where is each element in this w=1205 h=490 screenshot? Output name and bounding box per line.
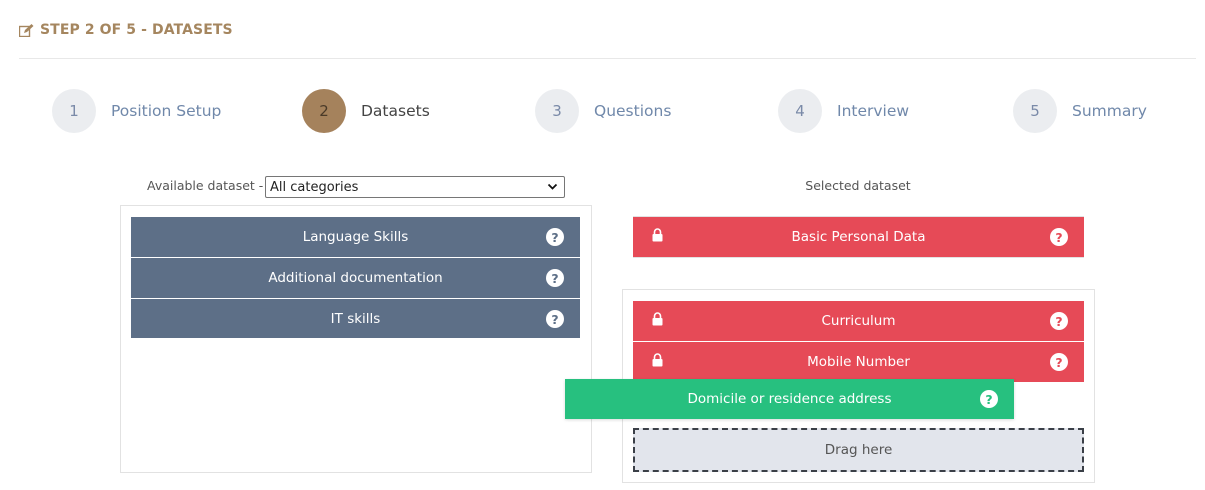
header-divider	[19, 58, 1196, 59]
dataset-item-label: Additional documentation	[268, 270, 443, 286]
step-interview[interactable]: 4 Interview	[778, 89, 909, 133]
dataset-item-mobile-number[interactable]: Mobile Number ?	[633, 342, 1084, 382]
dataset-item-curriculum[interactable]: Curriculum ?	[633, 301, 1084, 341]
help-icon[interactable]: ?	[980, 390, 998, 408]
page-title-text: STEP 2 OF 5 - DATASETS	[40, 22, 233, 38]
step-number: 3	[535, 89, 579, 133]
drop-zone-label: Drag here	[824, 442, 893, 458]
dataset-item-label: Curriculum	[821, 313, 896, 329]
page-title: STEP 2 OF 5 - DATASETS	[19, 22, 233, 38]
dataset-item-label: Basic Personal Data	[791, 229, 926, 245]
step-label: Datasets	[361, 102, 430, 120]
step-position-setup[interactable]: 1 Position Setup	[52, 89, 221, 133]
dataset-item-additional-documentation[interactable]: Additional documentation ?	[131, 258, 580, 298]
edit-icon	[19, 23, 34, 37]
help-icon[interactable]: ?	[1050, 228, 1068, 246]
step-summary[interactable]: 5 Summary	[1013, 89, 1147, 133]
category-select-value: All categories	[270, 179, 359, 195]
step-label: Position Setup	[111, 102, 222, 120]
help-icon[interactable]: ?	[546, 310, 564, 328]
step-label: Interview	[837, 102, 910, 120]
dataset-item-label: Domicile or residence address	[687, 391, 892, 407]
step-number: 4	[778, 89, 822, 133]
step-datasets[interactable]: 2 Datasets	[302, 89, 430, 133]
help-icon[interactable]: ?	[546, 228, 564, 246]
dataset-item-basic-personal-data[interactable]: Basic Personal Data ?	[633, 217, 1084, 257]
dataset-item-label: Language Skills	[302, 229, 409, 245]
step-label: Questions	[594, 102, 672, 120]
help-icon[interactable]: ?	[1050, 353, 1068, 371]
dataset-item-language-skills[interactable]: Language Skills ?	[131, 217, 580, 257]
help-icon[interactable]: ?	[546, 269, 564, 287]
chevron-down-icon	[547, 181, 558, 196]
dataset-item-label: IT skills	[330, 310, 381, 327]
step-number: 5	[1013, 89, 1057, 133]
step-questions[interactable]: 3 Questions	[535, 89, 671, 133]
lock-icon	[651, 353, 664, 371]
dataset-item-it-skills[interactable]: IT skills ?	[131, 299, 580, 338]
step-number: 2	[302, 89, 346, 133]
lock-icon	[651, 312, 664, 330]
available-dataset-label: Available dataset -	[147, 178, 264, 193]
help-icon[interactable]: ?	[1050, 312, 1068, 330]
dataset-item-label: Mobile Number	[807, 354, 910, 370]
selected-dataset-label: Selected dataset	[805, 178, 911, 193]
dataset-item-domicile-dragging[interactable]: Domicile or residence address ?	[565, 379, 1014, 419]
category-select[interactable]: All categories	[265, 176, 565, 198]
step-label: Summary	[1072, 102, 1147, 120]
lock-icon	[651, 228, 664, 246]
drop-zone[interactable]: Drag here	[633, 428, 1084, 472]
wizard-stepper: 1 Position Setup 2 Datasets 3 Questions …	[0, 89, 1205, 134]
step-number: 1	[52, 89, 96, 133]
